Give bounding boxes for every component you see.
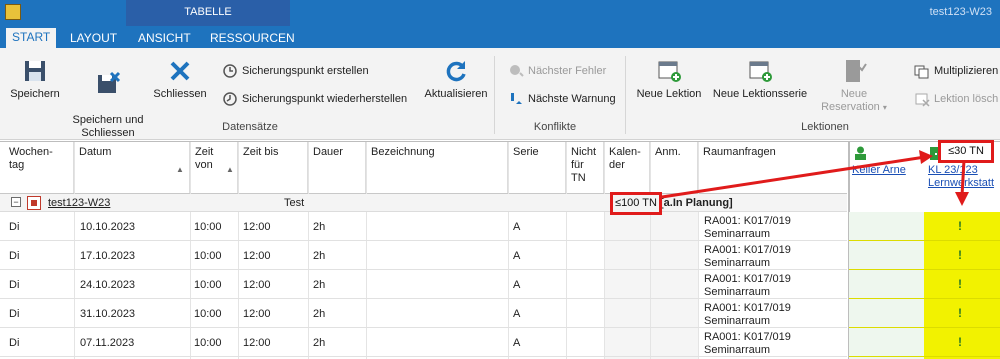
room-capacity-highlight: ≤30 TN bbox=[938, 140, 994, 163]
annotation-arrows bbox=[661, 150, 969, 206]
course-capacity-highlight: ≤100 TN bbox=[610, 192, 662, 215]
